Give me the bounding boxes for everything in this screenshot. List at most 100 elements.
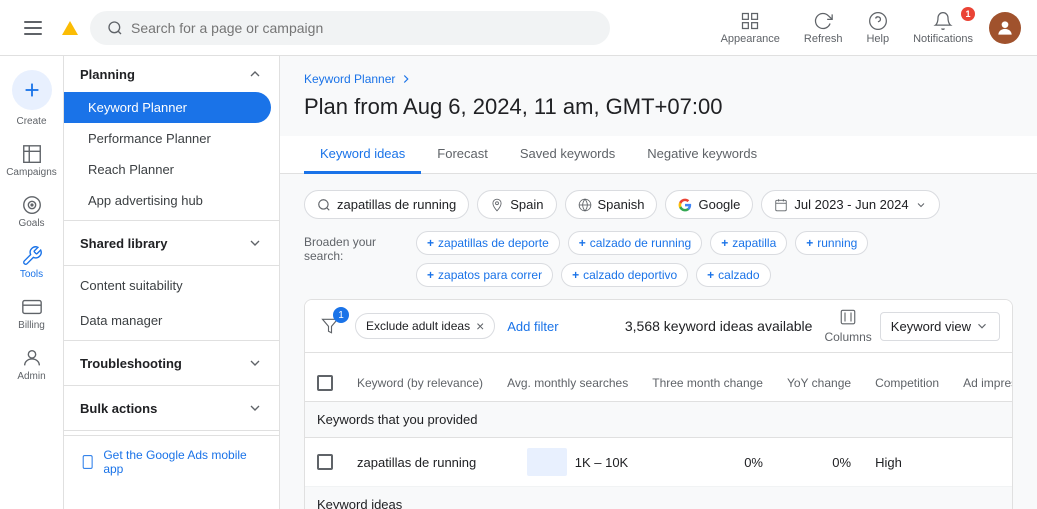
content-suitability-section: Content suitability <box>64 270 279 301</box>
search-input[interactable] <box>131 20 593 36</box>
refresh-button[interactable]: Refresh <box>796 7 851 49</box>
create-button[interactable] <box>12 70 52 110</box>
sidebar-item-tools[interactable]: Tools <box>0 239 63 286</box>
sidebar-item-data-manager[interactable]: Data manager <box>64 305 271 336</box>
mobile-icon <box>80 454 95 470</box>
network-filter-chip[interactable]: Google <box>665 190 753 219</box>
add-filter-button[interactable]: Add filter <box>507 319 558 334</box>
tab-forecast[interactable]: Forecast <box>421 136 504 174</box>
header-checkbox-cell <box>305 365 345 402</box>
planning-header[interactable]: Planning <box>64 56 279 92</box>
troubleshooting-label: Troubleshooting <box>80 356 182 371</box>
billing-label: Billing <box>18 320 45 331</box>
troubleshooting-section: Troubleshooting <box>64 345 279 381</box>
search-filter-icon <box>317 198 331 212</box>
shared-library-header[interactable]: Shared library <box>64 225 279 261</box>
campaigns-label: Campaigns <box>6 167 57 178</box>
columns-icon <box>839 308 857 326</box>
troubleshooting-chevron-icon <box>247 355 263 371</box>
view-controls: Columns Keyword view <box>824 308 1000 344</box>
row-three-month: 0% <box>640 438 775 487</box>
notifications-label: Notifications <box>913 33 973 45</box>
calendar-icon <box>774 198 788 212</box>
row-yoy: 0% <box>775 438 863 487</box>
sidebar-item-billing[interactable]: Billing <box>0 290 63 337</box>
sidebar-item-admin[interactable]: Admin <box>0 341 63 388</box>
billing-icon <box>21 296 43 318</box>
sidebar-item-goals[interactable]: Goals <box>0 188 63 235</box>
tab-negative-keywords[interactable]: Negative keywords <box>631 136 773 174</box>
tab-saved-keywords[interactable]: Saved keywords <box>504 136 631 174</box>
columns-button[interactable]: Columns <box>824 308 871 344</box>
troubleshooting-header[interactable]: Troubleshooting <box>64 345 279 381</box>
bulk-actions-label: Bulk actions <box>80 401 157 416</box>
sidebar-item-create[interactable]: Create <box>0 64 63 133</box>
hamburger-menu[interactable] <box>16 13 50 43</box>
bell-icon <box>933 11 953 31</box>
notifications-button[interactable]: 1 Notifications <box>905 7 981 49</box>
planning-label: Planning <box>80 67 135 82</box>
header-keyword: Keyword (by relevance) <box>345 365 495 402</box>
header-keyword-label: Keyword (by relevance) <box>357 376 483 390</box>
broaden-chip-0[interactable]: + zapatillas de deporte <box>416 231 560 255</box>
header-ad-impression-label: Ad impression share <box>963 376 1013 390</box>
tab-forecast-label: Forecast <box>437 146 488 161</box>
row-ad-impression: — <box>951 438 1013 487</box>
goals-label: Goals <box>18 218 44 229</box>
sidebar-item-content-suitability[interactable]: Content suitability <box>64 270 271 301</box>
filter-icon-button[interactable]: 1 <box>317 313 343 339</box>
broaden-chip-6[interactable]: + calzado <box>696 263 770 287</box>
sidebar-item-reach-planner[interactable]: Reach Planner <box>64 154 271 185</box>
header-ad-impression: Ad impression share <box>951 365 1013 402</box>
help-label: Help <box>866 33 889 45</box>
date-filter-value: Jul 2023 - Jun 2024 <box>794 197 908 212</box>
user-avatar[interactable] <box>989 12 1021 44</box>
help-button[interactable]: Help <box>858 7 897 49</box>
keyword-view-button[interactable]: Keyword view <box>880 312 1000 341</box>
shared-library-chevron-icon <box>247 235 263 251</box>
exclude-chip-close[interactable]: × <box>476 318 484 334</box>
header-yoy: YoY change <box>775 365 863 402</box>
tab-keyword-ideas-label: Keyword ideas <box>320 146 405 161</box>
row-checkbox[interactable] <box>317 454 333 470</box>
breadcrumb-chevron-icon <box>399 72 413 86</box>
filter-bar: zapatillas de running Spain Spanish Goog… <box>304 190 1013 219</box>
broaden-chip-1[interactable]: + calzado de running <box>568 231 702 255</box>
search-icon <box>107 20 123 36</box>
broaden-chip-4[interactable]: + zapatos para correr <box>416 263 553 287</box>
breadcrumb[interactable]: Keyword Planner <box>304 72 1013 86</box>
appearance-button[interactable]: Appearance <box>713 7 788 49</box>
language-filter-chip[interactable]: Spanish <box>565 190 658 219</box>
keyword-filter-chip[interactable]: zapatillas de running <box>304 190 469 219</box>
header-three-month: Three month change <box>640 365 775 402</box>
breadcrumb-text: Keyword Planner <box>304 72 395 86</box>
bulk-actions-header[interactable]: Bulk actions <box>64 390 279 426</box>
header-avg-monthly: Avg. monthly searches <box>495 365 640 402</box>
results-bar: 1 Exclude adult ideas × Add filter 3,568… <box>305 300 1012 353</box>
header-avg-monthly-label: Avg. monthly searches <box>507 376 628 390</box>
broaden-chip-1-label: calzado de running <box>590 236 691 250</box>
tab-keyword-ideas[interactable]: Keyword ideas <box>304 136 421 174</box>
row-avg-monthly: 1K – 10K <box>495 438 640 487</box>
broaden-label: Broaden your search: <box>304 231 404 263</box>
broaden-chip-3[interactable]: + running <box>795 231 868 255</box>
broaden-chip-2[interactable]: + zapatilla <box>710 231 787 255</box>
select-all-checkbox[interactable] <box>317 375 333 391</box>
sidebar-item-app-advertising[interactable]: App advertising hub <box>64 185 271 216</box>
google-icon <box>678 198 692 212</box>
exclude-adult-chip[interactable]: Exclude adult ideas × <box>355 313 495 339</box>
language-filter-value: Spanish <box>598 197 645 212</box>
content-suitability-label: Content suitability <box>80 278 183 293</box>
table-row[interactable]: zapatillas de running 1K – 10K 0% 0% Hig… <box>305 438 1013 487</box>
bulk-actions-chevron-icon <box>247 400 263 416</box>
refresh-icon <box>813 11 833 31</box>
sidebar-item-performance-planner[interactable]: Performance Planner <box>64 123 271 154</box>
sidebar-item-keyword-planner[interactable]: Keyword Planner <box>64 92 271 123</box>
shared-library-section: Shared library <box>64 225 279 261</box>
location-filter-chip[interactable]: Spain <box>477 190 556 219</box>
broaden-chip-5[interactable]: + calzado deportivo <box>561 263 688 287</box>
date-filter-chip[interactable]: Jul 2023 - Jun 2024 <box>761 190 939 219</box>
network-filter-value: Google <box>698 197 740 212</box>
sidebar-item-campaigns[interactable]: Campaigns <box>0 137 63 184</box>
mobile-app-banner[interactable]: Get the Google Ads mobile app <box>64 435 279 488</box>
